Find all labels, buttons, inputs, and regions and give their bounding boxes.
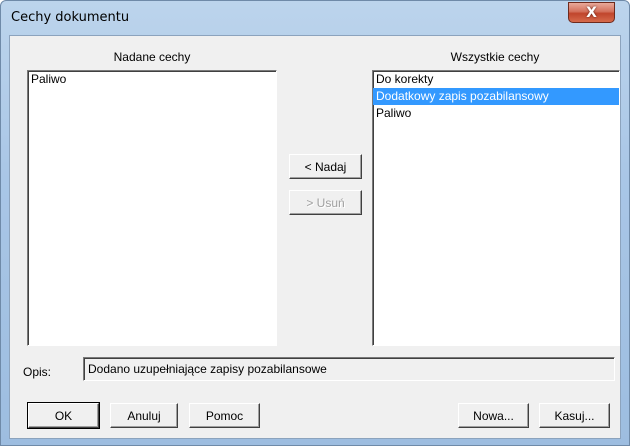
description-label: Opis: (23, 365, 52, 379)
delete-button[interactable]: Kasuj... (539, 403, 610, 428)
all-features-list[interactable]: Do korekty Dodatkowy zapis pozabilansowy… (372, 70, 620, 346)
all-features-header: Wszystkie cechy (450, 50, 540, 64)
help-button-label: Pomoc (205, 408, 244, 423)
ok-button-label: OK (54, 408, 73, 423)
cancel-button[interactable]: Anuluj (110, 403, 178, 428)
delete-button-label: Kasuj... (554, 408, 595, 423)
assigned-features-list[interactable]: Paliwo (27, 70, 277, 346)
close-icon: X (586, 4, 597, 21)
list-item-selected[interactable]: Dodatkowy zapis pozabilansowy (373, 88, 619, 105)
assign-button[interactable]: < Nadaj (289, 154, 362, 179)
dialog-body: Nadane cechy Paliwo Wszystkie cechy Do k… (9, 35, 621, 439)
close-button[interactable]: X (568, 2, 615, 23)
title-bar[interactable]: Cechy dokumentu X (1, 1, 629, 35)
window-title: Cechy dokumentu (11, 10, 130, 25)
list-item[interactable]: Paliwo (28, 71, 276, 88)
remove-button-label: > Usuń (306, 195, 345, 210)
description-field[interactable]: Dodano uzupełniające zapisy pozabilansow… (83, 357, 615, 381)
new-button-label: Nowa... (473, 408, 514, 423)
cancel-button-label: Anuluj (127, 408, 161, 423)
new-button[interactable]: Nowa... (458, 403, 529, 428)
ok-button[interactable]: OK (27, 402, 100, 429)
assign-button-label: < Nadaj (304, 159, 347, 174)
list-item[interactable]: Paliwo (373, 105, 619, 122)
assigned-features-header: Nadane cechy (113, 50, 191, 64)
help-button[interactable]: Pomoc (189, 403, 260, 428)
list-item[interactable]: Do korekty (373, 71, 619, 88)
dialog-window: Cechy dokumentu X Nadane cechy Paliwo Ws… (0, 0, 630, 446)
remove-button[interactable]: > Usuń (289, 190, 362, 215)
